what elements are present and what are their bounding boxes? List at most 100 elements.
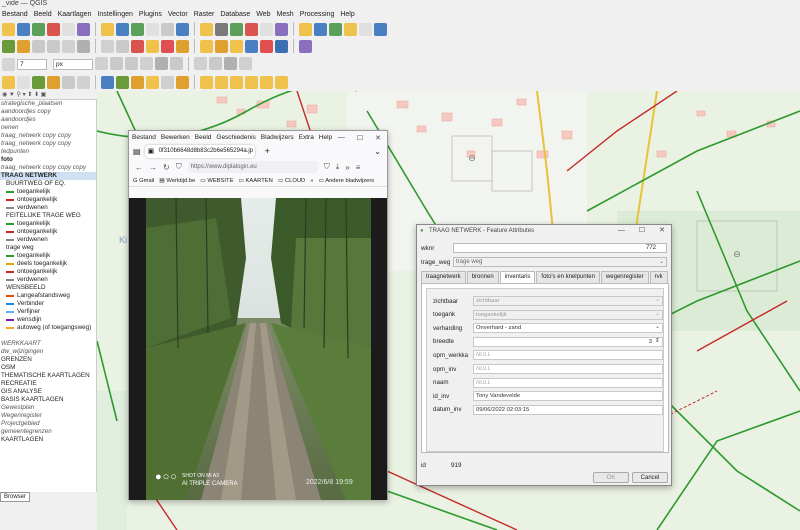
firefox-menu-3[interactable]: Geschiedenis	[216, 134, 255, 141]
layer-tree-item[interactable]: foto	[0, 156, 96, 164]
digitize-tool-icon[interactable]	[299, 39, 312, 53]
main-tool-icon[interactable]	[275, 22, 288, 36]
menu-5[interactable]: Vector	[168, 11, 188, 18]
digitize-tool-icon[interactable]	[200, 39, 213, 53]
layer-tree-item[interactable]: toegankelijk	[0, 220, 96, 228]
firefox-menu-2[interactable]: Beeld	[195, 134, 212, 141]
label-tool-icon[interactable]	[176, 75, 189, 89]
digitize-tool-icon[interactable]	[146, 39, 159, 53]
field-input-toegank[interactable]: toegankelijk ⌄	[473, 309, 663, 320]
layer-tree-item[interactable]: OSM	[0, 364, 96, 372]
digitize-tool-icon[interactable]	[176, 39, 189, 53]
label-tool-icon[interactable]	[275, 75, 288, 89]
menu-2[interactable]: Kaartlagen	[58, 11, 92, 18]
label-tool-icon[interactable]	[146, 75, 159, 89]
label-tool-icon[interactable]	[131, 75, 144, 89]
menu-3[interactable]: Instellingen	[97, 11, 132, 18]
firefox-menu-0[interactable]: Bestand	[132, 134, 156, 141]
main-tool-icon[interactable]	[17, 22, 30, 36]
main-tool-icon[interactable]	[47, 22, 60, 36]
main-tool-icon[interactable]	[2, 22, 15, 36]
main-tool-icon[interactable]	[200, 22, 213, 36]
layer-tree-item[interactable]: toegankelijk	[0, 252, 96, 260]
layer-tree-item[interactable]: TRAAG NETWERK	[0, 172, 96, 180]
menu-0[interactable]: Bestand	[2, 11, 28, 18]
back-icon[interactable]: ←	[135, 163, 143, 172]
tab-1[interactable]: bronnen	[466, 271, 499, 283]
forward-icon[interactable]: →	[149, 163, 157, 172]
menu-8[interactable]: Web	[256, 11, 270, 18]
layer-tree-item[interactable]: Wegenregister	[0, 412, 96, 420]
layer-tree-item[interactable]: strategische_plaatsen	[0, 100, 96, 108]
main-tool-icon[interactable]	[62, 22, 75, 36]
main-tool-icon[interactable]	[146, 22, 159, 36]
main-tool-icon[interactable]	[329, 22, 342, 36]
layer-tree-item[interactable]: Verfijner	[0, 308, 96, 316]
firefox-menu-6[interactable]: Help	[319, 134, 332, 141]
main-tool-icon[interactable]	[101, 22, 114, 36]
digitize-tool-icon[interactable]	[17, 39, 30, 53]
cancel-button[interactable]: Cancel	[632, 472, 668, 483]
layer-tree-item[interactable]: verdwenen	[0, 236, 96, 244]
menu-10[interactable]: Processing	[300, 11, 335, 18]
layer-tree-item[interactable]: FEITELIJKE TRAGE WEG	[0, 212, 96, 220]
label-tool-icon[interactable]	[32, 75, 45, 89]
field-input-opm_werkka[interactable]: NULL	[473, 350, 663, 361]
reload-icon[interactable]: ↻	[163, 163, 170, 172]
tab-3[interactable]: foto's en knelpunten	[536, 271, 600, 283]
digitize-tool-icon[interactable]	[2, 39, 15, 53]
layer-tree-item[interactable]: traag_netwerk copy copy	[0, 132, 96, 140]
main-tool-icon[interactable]	[32, 22, 45, 36]
label-tool-icon[interactable]	[116, 75, 129, 89]
field-input-opm_inv[interactable]: NULL	[473, 364, 663, 374]
label-tool-icon[interactable]	[230, 75, 243, 89]
layer-tree-item[interactable]: oenen	[0, 124, 96, 132]
main-tool-icon[interactable]	[230, 22, 243, 36]
bookmark-other[interactable]: ▭ Andere bladwijzers	[318, 178, 374, 184]
layer-tree-item[interactable]: aandoordjes copy	[0, 108, 96, 116]
field-input-verharding[interactable]: Onverhard - zand ⌄	[473, 323, 663, 334]
pocket-icon[interactable]: ⛉	[324, 162, 330, 172]
layer-tree-item[interactable]: dw_wijzigingen	[0, 348, 96, 356]
digitize-tool-icon[interactable]	[161, 39, 174, 53]
snapping-tool-icon[interactable]	[140, 57, 153, 70]
layer-tree-item[interactable]: RECREATIE	[0, 380, 96, 388]
label-tool-icon[interactable]	[17, 75, 30, 89]
digitize-tool-icon[interactable]	[230, 39, 243, 53]
label-tool-icon[interactable]	[2, 75, 15, 89]
main-tool-icon[interactable]	[176, 22, 189, 36]
layer-tree-item[interactable]: deels toegankelijk	[0, 260, 96, 268]
main-tool-icon[interactable]	[314, 22, 327, 36]
layer-tree-item[interactable]: autoweg (of toegangsweg)	[0, 324, 96, 332]
layer-tree-item[interactable]: GIS ANALYSE	[0, 388, 96, 396]
url-input[interactable]: https://www.diplalogin.eu	[187, 161, 318, 173]
main-tool-icon[interactable]	[299, 22, 312, 36]
shield-icon[interactable]: ⛉	[176, 162, 182, 172]
label-tool-icon[interactable]	[47, 75, 60, 89]
minimize-icon[interactable]: —	[618, 225, 625, 237]
close-icon[interactable]: ✕	[659, 225, 665, 237]
menu-11[interactable]: Help	[340, 11, 354, 18]
label-tool-icon[interactable]	[77, 75, 90, 89]
style-icon[interactable]	[2, 57, 15, 71]
field-input-zichtbaar[interactable]: zichtbaar ⌄	[473, 296, 663, 306]
label-tool-icon[interactable]	[260, 75, 273, 89]
tab-0[interactable]: traagnetwerk	[421, 271, 466, 283]
tab-browser[interactable]: Browser	[0, 492, 30, 502]
digitize-tool-icon[interactable]	[101, 39, 114, 53]
layer-tree-item[interactable]: traag_netwerk copy copy copy	[0, 164, 96, 172]
snapping-tool-icon[interactable]	[170, 57, 183, 70]
label-tool-icon[interactable]	[62, 75, 75, 89]
main-tool-icon[interactable]	[77, 22, 90, 36]
menu-4[interactable]: Plugins	[139, 11, 162, 18]
main-tool-icon[interactable]	[245, 22, 258, 36]
layer-tree-item[interactable]: verdwenen	[0, 276, 96, 284]
tab-list-icon[interactable]: ▤	[133, 147, 141, 156]
tab-4[interactable]: wegenregister	[600, 271, 649, 283]
layer-tree-item[interactable]: BUURTWEG OF EQ.	[0, 180, 96, 188]
snapping-tool-icon[interactable]	[239, 57, 252, 70]
layer-tree-item[interactable]: tedpunten	[0, 148, 96, 156]
layer-tree-item[interactable]: wensdijn	[0, 316, 96, 324]
field-input-breedte[interactable]: 3 ⇕	[473, 336, 663, 347]
snapping-tool-icon[interactable]	[194, 57, 207, 70]
